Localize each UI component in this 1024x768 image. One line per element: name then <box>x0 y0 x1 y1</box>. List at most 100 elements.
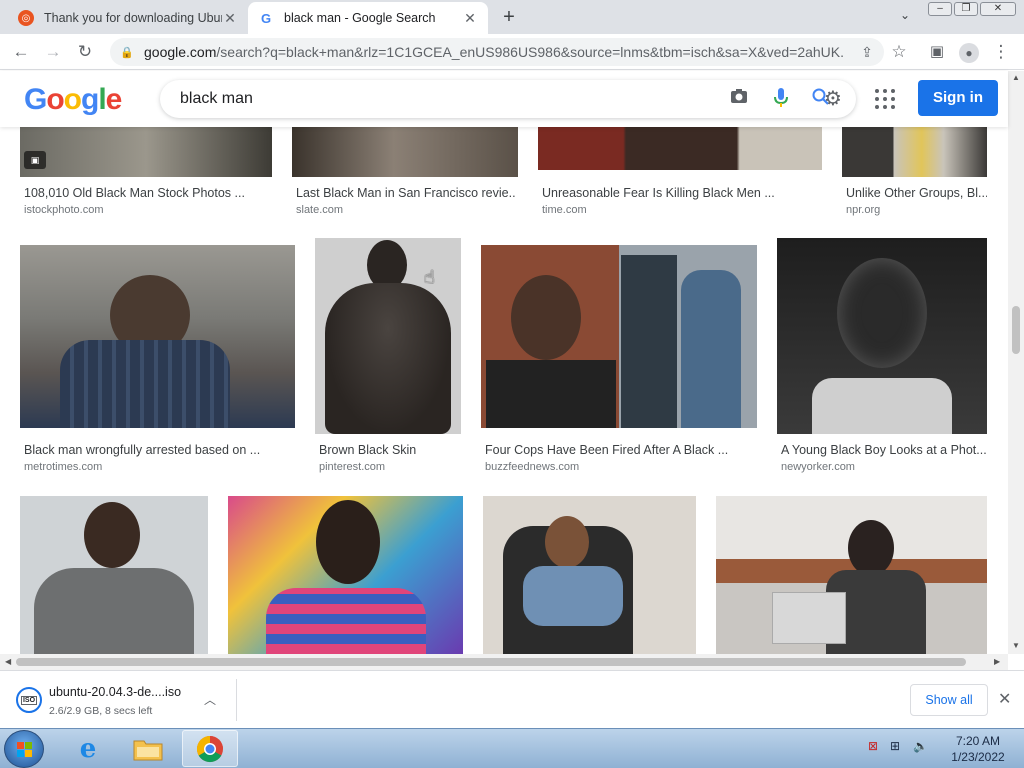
tab-ubuntu-download[interactable]: ◎ Thank you for downloading Ubun ✕ <box>8 2 248 34</box>
result-source[interactable]: npr.org <box>846 204 880 216</box>
chevron-up-icon[interactable]: ︿ <box>204 691 216 708</box>
menu-kebab-icon[interactable]: ⋮ <box>990 41 1012 63</box>
bookmark-star-icon[interactable]: ☆ <box>888 41 910 63</box>
result-thumbnail[interactable] <box>292 127 518 177</box>
start-button[interactable] <box>4 730 44 768</box>
image-result[interactable]: Four Cops Have Been Fired After A Black … <box>481 245 757 475</box>
download-filename[interactable]: ubuntu-20.04.3-de....iso <box>49 685 181 699</box>
result-caption[interactable]: 108,010 Old Black Man Stock Photos ... <box>24 186 264 200</box>
settings-gear-icon[interactable]: ⚙ <box>822 88 844 110</box>
tab-title: Thank you for downloading Ubun <box>44 11 222 25</box>
result-source[interactable]: pinterest.com <box>319 461 385 473</box>
vertical-scroll-thumb[interactable] <box>1012 306 1020 354</box>
chrome-icon[interactable] <box>182 730 238 767</box>
result-thumbnail[interactable] <box>481 245 757 428</box>
reload-icon[interactable]: ↻ <box>74 41 96 63</box>
new-tab-button[interactable]: + <box>498 6 520 28</box>
result-caption[interactable]: Black man wrongfully arrested based on .… <box>24 443 284 457</box>
maximize-button[interactable]: ❐ <box>954 2 978 16</box>
result-caption[interactable]: Unlike Other Groups, Bl... <box>846 186 987 200</box>
scroll-up-arrow-icon[interactable]: ▲ <box>1012 73 1020 82</box>
result-caption[interactable]: A Young Black Boy Looks at a Phot... <box>781 443 986 457</box>
sign-in-button[interactable]: Sign in <box>918 80 998 116</box>
image-result[interactable]: A Young Black Boy Looks at a Phot... new… <box>777 238 987 475</box>
google-logo[interactable]: Google <box>24 83 122 117</box>
result-caption[interactable]: Brown Black Skin <box>319 443 459 457</box>
result-source[interactable]: time.com <box>542 204 587 216</box>
result-caption[interactable]: Unreasonable Fear Is Killing Black Men .… <box>542 186 778 200</box>
image-result[interactable]: Last Black Man in San Francisco revie...… <box>292 127 518 217</box>
show-all-button[interactable]: Show all <box>910 684 988 716</box>
tab-strip: ◎ Thank you for downloading Ubun ✕ G bla… <box>0 0 1024 34</box>
tab-search-chevron-icon[interactable]: ⌄ <box>896 8 914 26</box>
camera-search-icon[interactable] <box>728 88 750 110</box>
ubuntu-icon: ◎ <box>18 10 34 26</box>
result-source[interactable]: istockphoto.com <box>24 204 103 216</box>
hand-cursor-icon: ☝ <box>424 267 435 287</box>
image-result[interactable]: Unreasonable Fear Is Killing Black Men .… <box>538 127 822 217</box>
result-source[interactable]: newyorker.com <box>781 461 855 473</box>
horizontal-scroll-thumb[interactable] <box>16 658 966 666</box>
windows-taskbar: e ⊠ ⊞ 🔈 7:20 AM 1/23/2022 <box>0 728 1024 768</box>
close-window-button[interactable]: ✕ <box>980 2 1016 16</box>
tab-title: black man - Google Search <box>284 11 436 25</box>
side-panel-icon[interactable]: ▣ <box>926 41 948 63</box>
volume-icon[interactable]: 🔈 <box>913 739 928 753</box>
result-thumbnail[interactable] <box>777 238 987 434</box>
google-apps-icon[interactable] <box>874 88 896 110</box>
microphone-icon[interactable] <box>770 88 792 110</box>
forward-arrow-icon[interactable]: → <box>42 41 64 63</box>
back-arrow-icon[interactable]: ← <box>10 41 32 63</box>
tab-google-search[interactable]: G black man - Google Search ✕ <box>248 2 488 34</box>
close-tab-icon[interactable]: ✕ <box>222 10 238 27</box>
result-thumbnail[interactable] <box>538 127 822 170</box>
url-text: google.com/search?q=black+man&rlz=1C1GCE… <box>144 44 844 60</box>
result-thumbnail[interactable] <box>228 496 463 654</box>
scroll-right-arrow-icon[interactable]: ▶ <box>994 657 1000 666</box>
scroll-down-arrow-icon[interactable]: ▼ <box>1012 641 1020 650</box>
result-caption[interactable]: Last Black Man in San Francisco revie... <box>296 186 516 200</box>
result-thumbnail[interactable] <box>716 496 987 654</box>
file-explorer-icon[interactable] <box>120 730 176 767</box>
minimize-button[interactable]: – <box>928 2 952 16</box>
system-clock[interactable]: 7:20 AM 1/23/2022 <box>936 733 1020 765</box>
result-thumbnail[interactable] <box>483 496 696 654</box>
close-download-bar-icon[interactable]: ✕ <box>998 689 1011 709</box>
browser-toolbar: ← → ↻ 🔒 google.com/search?q=black+man&rl… <box>0 34 1024 70</box>
result-thumbnail[interactable] <box>20 496 208 654</box>
iso-file-icon[interactable]: ISO <box>16 687 42 713</box>
search-box[interactable]: black man ⚙ <box>160 80 856 118</box>
result-source[interactable]: metrotimes.com <box>24 461 102 473</box>
image-result[interactable] <box>20 496 208 654</box>
close-tab-icon[interactable]: ✕ <box>462 10 478 27</box>
result-thumbnail[interactable] <box>842 127 987 177</box>
image-result[interactable] <box>716 496 987 654</box>
profile-avatar-icon[interactable]: ● <box>958 41 980 63</box>
result-caption[interactable]: Four Cops Have Been Fired After A Black … <box>485 443 745 457</box>
result-thumbnail[interactable]: ▣ <box>20 127 272 177</box>
vertical-scrollbar[interactable]: ▲ ▼ <box>1008 71 1024 654</box>
horizontal-scrollbar[interactable]: ◀ ▶ <box>0 654 1008 670</box>
image-result[interactable]: Black man wrongfully arrested based on .… <box>20 245 295 475</box>
image-result[interactable]: ▣ 108,010 Old Black Man Stock Photos ...… <box>20 127 272 217</box>
network-warning-icon[interactable]: ⊠ <box>868 739 878 753</box>
image-result[interactable] <box>483 496 696 654</box>
lock-icon[interactable]: 🔒 <box>120 46 134 59</box>
scroll-left-arrow-icon[interactable]: ◀ <box>5 657 11 666</box>
image-result[interactable]: Brown Black Skin pinterest.com <box>315 238 461 475</box>
internet-explorer-icon[interactable]: e <box>60 730 116 767</box>
result-source[interactable]: slate.com <box>296 204 343 216</box>
search-input[interactable]: black man <box>180 90 253 108</box>
google-header: Google black man ⚙ Sign in <box>0 71 1008 127</box>
image-results-grid: ▣ 108,010 Old Black Man Stock Photos ...… <box>0 127 1008 654</box>
share-icon[interactable]: ⇪ <box>856 41 878 63</box>
image-result[interactable]: Unlike Other Groups, Bl... npr.org <box>842 127 987 217</box>
image-result[interactable] <box>228 496 463 654</box>
result-source[interactable]: buzzfeednews.com <box>485 461 579 473</box>
result-thumbnail[interactable] <box>315 238 461 434</box>
clock-date: 1/23/2022 <box>951 750 1005 764</box>
download-bar: ISO ubuntu-20.04.3-de....iso 2.6/2.9 GB,… <box>0 670 1024 728</box>
address-bar[interactable]: 🔒 google.com/search?q=black+man&rlz=1C1G… <box>110 38 884 66</box>
result-thumbnail[interactable] <box>20 245 295 428</box>
network-icon[interactable]: ⊞ <box>890 739 900 753</box>
